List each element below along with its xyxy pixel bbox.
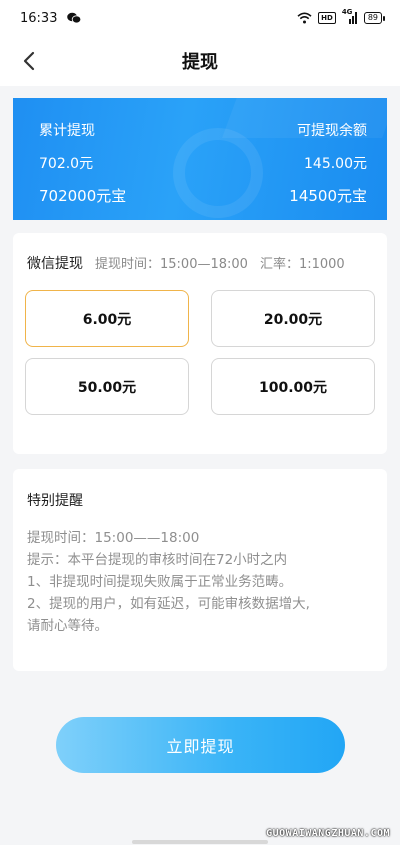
balance-yuan-row: 702.0元 145.00元 bbox=[39, 153, 367, 173]
amount-option-50[interactable]: 50.00元 bbox=[25, 358, 189, 415]
amount-option-6[interactable]: 6.00元 bbox=[25, 290, 189, 347]
page-title: 提现 bbox=[182, 52, 218, 73]
notice-title: 特别提醒 bbox=[27, 493, 83, 509]
exchange-rate-label: 汇率：1:1000 bbox=[259, 257, 345, 272]
status-left: 16:33 bbox=[20, 10, 82, 26]
amount-option-20[interactable]: 20.00元 bbox=[211, 290, 375, 347]
amount-option-100[interactable]: 100.00元 bbox=[211, 358, 375, 415]
watermark-text: GUOWAIWANGZHUAN.COM bbox=[266, 828, 390, 839]
balance-labels-row: 累计提现 可提现余额 bbox=[39, 120, 367, 140]
total-withdrawn-bao: 702000元宝 bbox=[39, 187, 127, 205]
balance-card: 累计提现 可提现余额 702.0元 145.00元 702000元宝 14500… bbox=[13, 98, 387, 220]
notice-text: 提现时间：15:00——18:00 提示：本平台提现的审核时间在72小时之内 1… bbox=[27, 527, 377, 637]
withdraw-time-label: 提现时间：15:00—18:00 bbox=[95, 257, 248, 272]
withdraw-now-button[interactable]: 立即提现 bbox=[56, 717, 345, 773]
notice-line: 请耐心等待。 bbox=[27, 618, 108, 634]
available-balance-bao: 14500元宝 bbox=[289, 187, 367, 205]
wechat-icon bbox=[67, 12, 82, 24]
nav-bar: 提现 bbox=[0, 36, 400, 86]
balance-bao-row: 702000元宝 14500元宝 bbox=[39, 185, 367, 206]
status-right: HD 4G 89 bbox=[297, 8, 386, 24]
available-balance-label: 可提现余额 bbox=[297, 123, 367, 139]
notice-line: 提示：本平台提现的审核时间在72小时之内 bbox=[27, 552, 288, 568]
total-withdrawn-yuan: 702.0元 bbox=[39, 156, 94, 172]
hd-badge: HD bbox=[318, 12, 336, 24]
notice-line: 2、提现的用户，如有延迟，可能审核数据增大, bbox=[27, 596, 310, 612]
withdraw-page: 16:33 HD 4G 89 提现 累计提现 可提现余额 702.0元 145.… bbox=[0, 0, 400, 845]
back-button[interactable] bbox=[16, 48, 42, 74]
battery-icon: 89 bbox=[363, 12, 386, 24]
withdraw-panel: 微信提现 提现时间：15:00—18:00 汇率：1:1000 6.00元 20… bbox=[13, 233, 387, 454]
notice-line: 提现时间：15:00——18:00 bbox=[27, 530, 200, 546]
notice-panel: 特别提醒 提现时间：15:00——18:00 提示：本平台提现的审核时间在72小… bbox=[13, 469, 387, 671]
available-balance-yuan: 145.00元 bbox=[304, 156, 367, 172]
status-time: 16:33 bbox=[20, 10, 58, 26]
wifi-icon bbox=[297, 12, 312, 24]
status-bar: 16:33 HD 4G 89 bbox=[0, 0, 400, 36]
home-indicator bbox=[132, 840, 268, 844]
total-withdrawn-label: 累计提现 bbox=[39, 123, 95, 139]
notice-line: 1、非提现时间提现失败属于正常业务范畴。 bbox=[27, 574, 293, 590]
cellular-signal-icon: 4G bbox=[342, 8, 358, 24]
chevron-left-icon bbox=[23, 51, 35, 71]
withdraw-method-label: 微信提现 bbox=[27, 256, 83, 272]
withdraw-header: 微信提现 提现时间：15:00—18:00 汇率：1:1000 bbox=[27, 253, 345, 273]
network-type-label: 4G bbox=[341, 8, 353, 16]
